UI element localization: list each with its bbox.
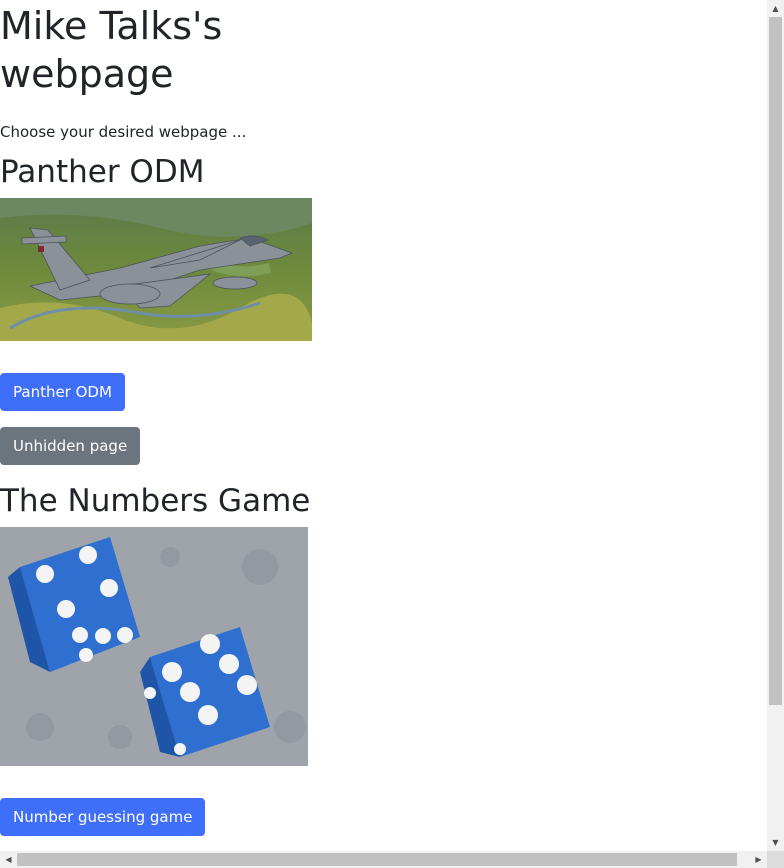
blue-dice-image [0, 527, 308, 766]
section-heading-numbers-game: The Numbers Game [0, 483, 311, 519]
scroll-down-arrow-icon[interactable]: ▼ [767, 834, 784, 851]
scroll-left-arrow-icon[interactable]: ◀ [0, 851, 17, 868]
horizontal-scroll-thumb[interactable] [17, 853, 737, 866]
intro-text: Choose your desired webpage ... [0, 123, 247, 141]
scroll-right-arrow-icon[interactable]: ▶ [750, 851, 767, 868]
section-heading-panther: Panther ODM [0, 154, 205, 190]
horizontal-scrollbar[interactable]: ◀ ▶ [0, 851, 767, 868]
scrollbar-corner [767, 851, 784, 868]
unhidden-page-button[interactable]: Unhidden page [0, 427, 141, 465]
vertical-scroll-thumb[interactable] [769, 17, 782, 705]
scroll-up-arrow-icon[interactable]: ▲ [767, 0, 784, 17]
number-guessing-game-button[interactable]: Number guessing game [0, 798, 206, 836]
panther-odm-button[interactable]: Panther ODM [0, 373, 125, 411]
vertical-scrollbar[interactable]: ▲ ▼ [767, 0, 784, 851]
page-viewport: Mike Talks's webpage Choose your desired… [0, 0, 767, 851]
jet-aircraft-image [0, 198, 312, 341]
page-title: Mike Talks's webpage [0, 4, 223, 96]
